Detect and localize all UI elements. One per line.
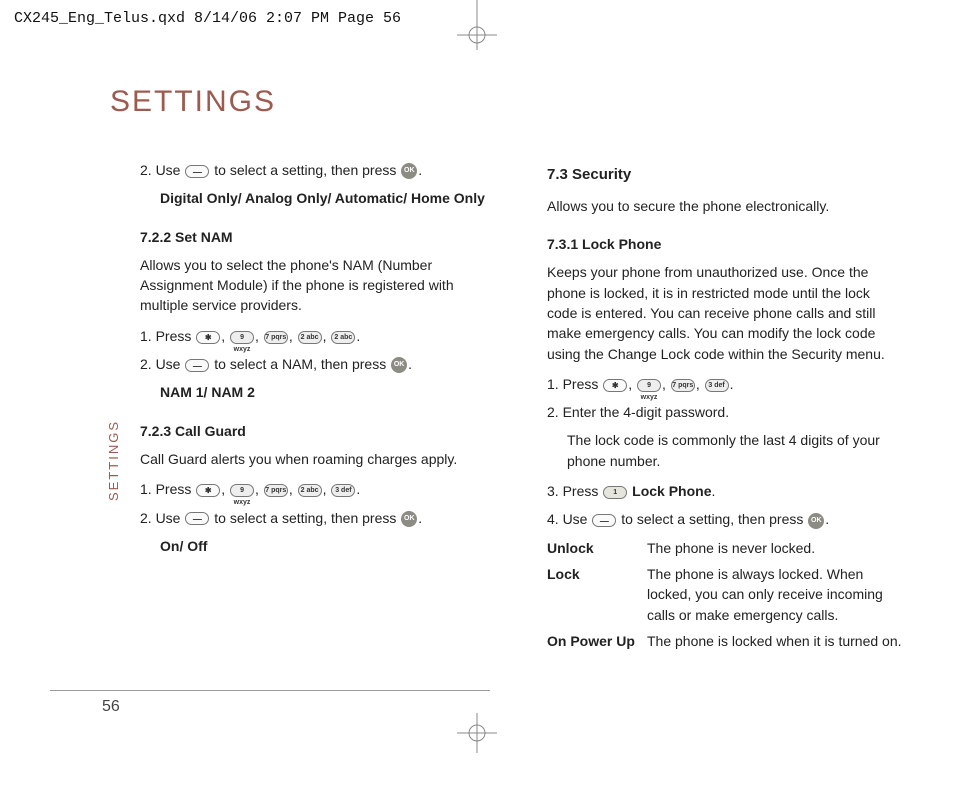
step-7-2-3-2: 2. Use to select a setting, then press O… [140,508,497,528]
text: 2. Use [140,510,184,526]
phone-key-icon [196,331,220,344]
heading-7-2-2: 7.2.2 Set NAM [140,227,497,247]
ok-key-icon: OK [401,511,417,527]
text: . [356,328,360,344]
para-7-2-3: Call Guard alerts you when roaming charg… [140,449,497,469]
nav-key-icon [185,165,209,178]
page-content: SETTINGS SETTINGS 2. Use to select a set… [50,80,904,753]
key-2-icon: 2 abc [331,331,355,344]
text: , [255,328,263,344]
key-3-icon: 3 def [331,484,355,497]
footer-rule [50,690,490,691]
para-7-3-1: Keeps your phone from unauthorized use. … [547,262,904,363]
nav-key-icon [185,359,209,372]
step-7-3-1-1: 1. Press , 9 wxyz, 7 pqrs, 3 def. [547,374,904,394]
phone-key-icon [603,379,627,392]
text: 1. Press [547,376,602,392]
key-2-icon: 2 abc [298,484,322,497]
def-on-power-up: The phone is locked when it is turned on… [647,631,904,657]
nav-key-icon [592,514,616,527]
lock-options-list: Unlock The phone is never locked. Lock T… [547,538,904,657]
right-column: 7.3 Security Allows you to secure the ph… [547,160,904,657]
text: . [418,510,422,526]
text: 1. Press [140,481,195,497]
step-7-2-2-1: 1. Press , 9 wxyz, 7 pqrs, 2 abc, 2 abc. [140,326,497,346]
text: , [255,481,263,497]
text: . [356,481,360,497]
text: 2. Use [140,356,184,372]
options-onoff: On/ Off [140,536,497,556]
step-7-3-1-4: 4. Use to select a setting, then press O… [547,509,904,529]
page-title: SETTINGS [110,80,904,124]
step-7-2-2-2: 2. Use to select a NAM, then press OK. [140,354,497,374]
step-7-2-1-2: 2. Use to select a setting, then press O… [140,160,497,180]
columns: 2. Use to select a setting, then press O… [50,160,904,657]
text: , [323,328,331,344]
phone-key-icon [196,484,220,497]
ok-key-icon: OK [401,163,417,179]
step-7-2-3-1: 1. Press , 9 wxyz, 7 pqrs, 2 abc, 3 def. [140,479,497,499]
term-unlock: Unlock [547,538,647,564]
text: . [711,483,715,499]
text: , [662,376,670,392]
para-7-2-2: Allows you to select the phone's NAM (Nu… [140,255,497,316]
text: , [628,376,636,392]
text: , [221,481,229,497]
heading-7-3-1: 7.3.1 Lock Phone [547,234,904,254]
step-7-3-1-2: 2. Enter the 4-digit password. [547,402,904,422]
def-lock: The phone is always locked. When locked,… [647,564,904,631]
text: , [289,328,297,344]
key-9-icon: 9 wxyz [230,484,254,497]
term-lock: Lock [547,564,647,631]
term-on-power-up: On Power Up [547,631,647,657]
options-digital: Digital Only/ Analog Only/ Automatic/ Ho… [140,188,497,208]
step-7-3-1-3: 3. Press 1 Lock Phone. [547,481,904,501]
text: . [825,511,829,527]
key-7-icon: 7 pqrs [671,379,695,392]
text: 1. Press [140,328,195,344]
text: . [418,162,422,178]
print-header: CX245_Eng_Telus.qxd 8/14/06 2:07 PM Page… [14,8,401,30]
text: to select a setting, then press [210,162,400,178]
text: 3. Press [547,483,602,499]
text: , [323,481,331,497]
text: , [696,376,704,392]
page-number: 56 [102,695,120,718]
key-7-icon: 7 pqrs [264,331,288,344]
para-7-3: Allows you to secure the phone electroni… [547,196,904,216]
text: . [730,376,734,392]
text: , [221,328,229,344]
def-unlock: The phone is never locked. [647,538,904,564]
lock-phone-label: Lock Phone [628,483,711,499]
key-1-icon: 1 [603,486,627,499]
key-7-icon: 7 pqrs [264,484,288,497]
key-9-icon: 9 wxyz [230,331,254,344]
left-column: 2. Use to select a setting, then press O… [50,160,497,657]
text: to select a NAM, then press [210,356,390,372]
text: . [408,356,412,372]
heading-7-3: 7.3 Security [547,164,904,186]
registration-mark-top [457,0,497,50]
text: to select a setting, then press [210,510,400,526]
text: 4. Use [547,511,591,527]
ok-key-icon: OK [391,357,407,373]
key-3-icon: 3 def [705,379,729,392]
text: , [289,481,297,497]
key-2-icon: 2 abc [298,331,322,344]
step-7-3-1-2-note: The lock code is commonly the last 4 dig… [547,430,904,471]
text: to select a setting, then press [617,511,807,527]
heading-7-2-3: 7.2.3 Call Guard [140,421,497,441]
ok-key-icon: OK [808,513,824,529]
text: 2. Use [140,162,184,178]
nav-key-icon [185,512,209,525]
options-nam: NAM 1/ NAM 2 [140,382,497,402]
key-9-icon: 9 wxyz [637,379,661,392]
